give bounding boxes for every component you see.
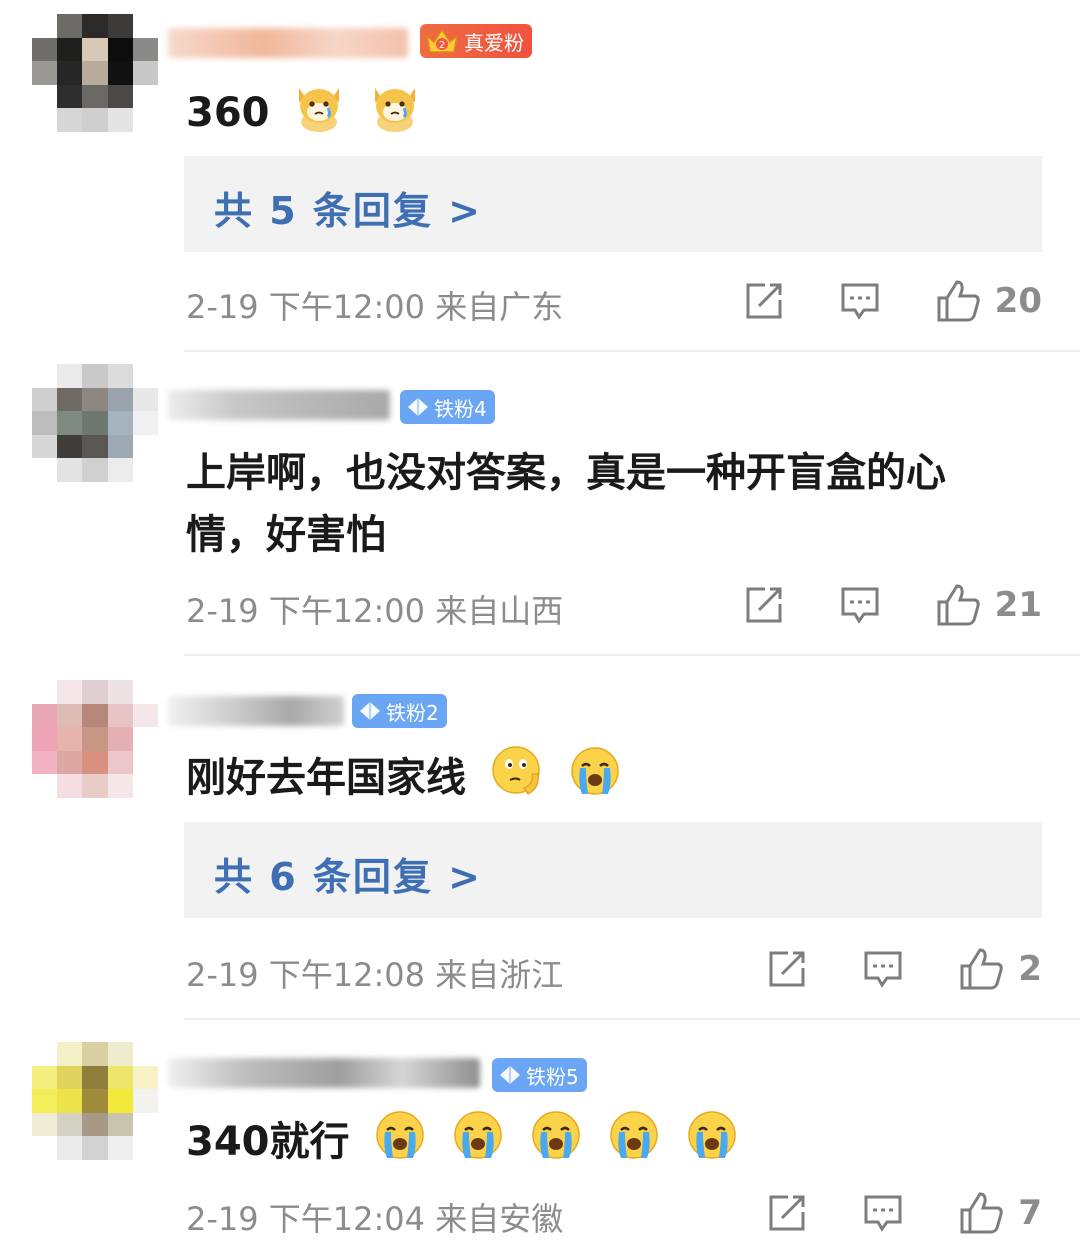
comment-icon[interactable] bbox=[862, 1192, 904, 1234]
comment-icon[interactable] bbox=[839, 280, 881, 322]
iron-fan-badge[interactable]: 铁粉2 bbox=[352, 694, 447, 728]
comment-text-body: 340就行 bbox=[186, 1119, 350, 1165]
badge-label: 铁粉5 bbox=[526, 1064, 579, 1089]
comment-actions: 7 bbox=[766, 1190, 1042, 1236]
badge-label: 真爱粉 bbox=[464, 30, 524, 55]
diamond-icon bbox=[498, 1064, 522, 1086]
thumbs-up-icon bbox=[937, 280, 980, 322]
view-replies-label: 共 5 条回复 > bbox=[214, 189, 482, 233]
avatar[interactable] bbox=[32, 1042, 158, 1160]
crying-emoji bbox=[607, 1108, 661, 1180]
username[interactable] bbox=[168, 1058, 480, 1088]
dog-crying-emoji bbox=[369, 78, 421, 152]
like-button[interactable]: 2 bbox=[958, 946, 1042, 992]
avatar[interactable] bbox=[32, 14, 158, 132]
divider bbox=[184, 350, 1080, 352]
badge-label: 铁粉2 bbox=[386, 700, 439, 725]
avatar[interactable] bbox=[32, 364, 158, 482]
comment-meta: 2-19 下午12:00 来自山西 bbox=[186, 592, 564, 630]
comment-meta: 2-19 下午12:08 来自浙江 bbox=[186, 956, 564, 994]
comment-text-body: 360 bbox=[186, 90, 270, 136]
username[interactable] bbox=[168, 696, 344, 726]
view-replies-label: 共 6 条回复 > bbox=[214, 855, 482, 899]
crying-emoji bbox=[451, 1108, 505, 1180]
comment-actions: 20 bbox=[743, 278, 1042, 324]
dog-crying-emoji bbox=[293, 78, 345, 152]
comment-actions: 2 bbox=[766, 946, 1042, 992]
comment-icon[interactable] bbox=[839, 584, 881, 626]
divider bbox=[184, 1018, 1080, 1020]
share-icon[interactable] bbox=[743, 280, 785, 322]
share-icon[interactable] bbox=[766, 948, 808, 990]
iron-fan-badge[interactable]: 铁粉4 bbox=[400, 390, 495, 424]
comment-text: 360 bbox=[186, 78, 1022, 152]
share-icon[interactable] bbox=[766, 1192, 808, 1234]
crying-emoji bbox=[373, 1108, 427, 1180]
thinking-emoji bbox=[490, 744, 544, 816]
like-count: 20 bbox=[994, 281, 1042, 321]
thumbs-up-icon bbox=[960, 1192, 1004, 1234]
comment-actions: 21 bbox=[743, 582, 1042, 628]
like-button[interactable]: 20 bbox=[935, 278, 1042, 324]
comment-text: 上岸啊，也没对答案，真是一种开盲盒的心情，好害怕 bbox=[186, 442, 1022, 566]
like-count: 7 bbox=[1018, 1193, 1042, 1233]
comment-text-body: 上岸啊，也没对答案，真是一种开盲盒的心情，好害怕 bbox=[186, 450, 946, 558]
crown-icon: 2 bbox=[424, 26, 460, 56]
crying-emoji bbox=[529, 1108, 583, 1180]
username[interactable] bbox=[168, 28, 408, 58]
comment-meta: 2-19 下午12:00 来自广东 bbox=[186, 288, 564, 326]
username[interactable] bbox=[168, 390, 390, 420]
view-replies-button[interactable]: 共 6 条回复 > bbox=[184, 822, 1042, 918]
like-button[interactable]: 7 bbox=[958, 1190, 1042, 1236]
comment-text: 340就行 bbox=[186, 1108, 1022, 1180]
comment-text-body: 刚好去年国家线 bbox=[186, 755, 466, 801]
like-count: 21 bbox=[994, 585, 1042, 625]
avatar[interactable] bbox=[32, 680, 158, 798]
badge-label: 铁粉4 bbox=[434, 396, 487, 421]
iron-fan-badge[interactable]: 铁粉5 bbox=[492, 1058, 587, 1092]
diamond-icon bbox=[358, 700, 382, 722]
divider bbox=[184, 654, 1080, 656]
crying-emoji bbox=[568, 744, 622, 816]
crying-emoji bbox=[685, 1108, 739, 1180]
comment-text: 刚好去年国家线 bbox=[186, 744, 1022, 816]
thumbs-up-icon bbox=[960, 948, 1004, 990]
diamond-icon bbox=[406, 396, 430, 418]
true-love-fan-badge[interactable]: 2 真爱粉 bbox=[420, 24, 532, 58]
badge-level: 2 bbox=[439, 40, 445, 51]
thumbs-up-icon bbox=[937, 584, 980, 626]
like-button[interactable]: 21 bbox=[935, 582, 1042, 628]
share-icon[interactable] bbox=[743, 584, 785, 626]
comment-icon[interactable] bbox=[862, 948, 904, 990]
like-count: 2 bbox=[1018, 949, 1042, 989]
comment-meta: 2-19 下午12:04 来自安徽 bbox=[186, 1200, 564, 1238]
view-replies-button[interactable]: 共 5 条回复 > bbox=[184, 156, 1042, 252]
